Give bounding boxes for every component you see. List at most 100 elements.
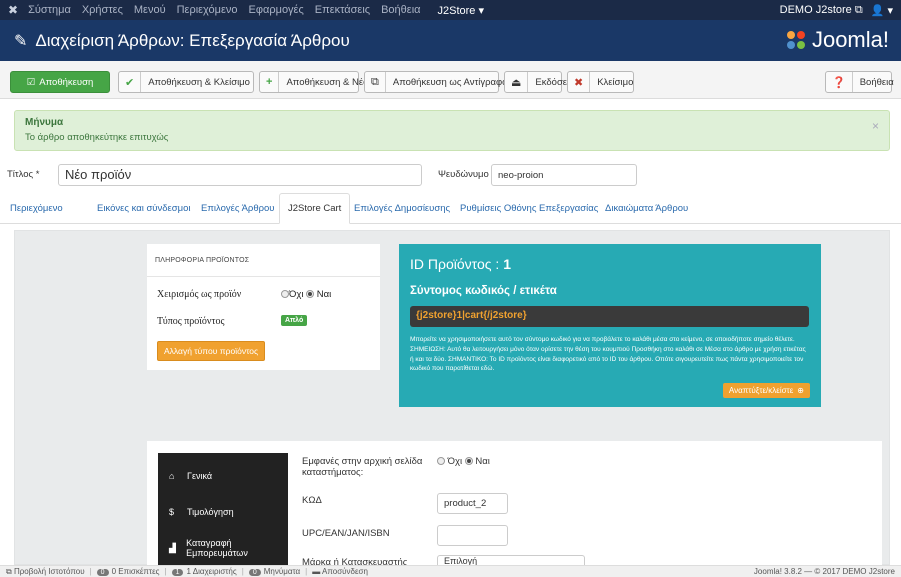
count-badge: 0	[248, 569, 261, 576]
save-icon: ☑	[26, 76, 36, 88]
radio-no-label: Όχι	[447, 456, 463, 467]
messages-count[interactable]: 0 Μηνύματα	[248, 567, 300, 576]
upc-input[interactable]	[437, 525, 508, 546]
menu-menus[interactable]: Μενού	[134, 4, 166, 16]
treat-as-product-label: Χειρισμός ως προϊόν	[157, 289, 242, 300]
chevron-circle-icon: ⊕	[797, 386, 804, 395]
close-button[interactable]: ✖ Κλείσιμο	[567, 71, 634, 93]
save-button[interactable]: ☑ Αποθήκευση	[10, 71, 110, 93]
alias-label: Ψευδώνυμο	[438, 169, 489, 180]
sidenav-item-general[interactable]: ⌂ Γενικά	[158, 466, 288, 486]
menu-extensions[interactable]: Επεκτάσεις	[315, 4, 370, 16]
check-icon: ✔	[119, 72, 142, 92]
product-details-panel: ⌂ Γενικά $ Τιμολόγηση ▟ Καταγραφή Εμπορε…	[147, 441, 882, 565]
visitors-label: Επισκέπτες	[118, 567, 160, 576]
site-link[interactable]: DEMO J2store ⧉	[780, 4, 863, 17]
joomla-logo-icon	[786, 31, 805, 49]
change-product-type-button[interactable]: Αλλαγή τύπου προϊόντος	[157, 341, 266, 361]
menu-components[interactable]: Εφαρμογές	[249, 4, 304, 16]
tab-permissions[interactable]: Δικαιώματα Άρθρου	[597, 193, 696, 224]
radio-yes-label: Ναι	[316, 289, 332, 300]
message-heading: Μήνυμα	[25, 117, 64, 128]
count-badge: 0	[96, 569, 109, 576]
tab-article-options[interactable]: Επιλογές Άρθρου	[193, 193, 282, 224]
tab-images-links[interactable]: Εικόνες και σύνδεσμοι	[89, 193, 199, 224]
sidenav-item-pricing[interactable]: $ Τιμολόγηση	[158, 502, 288, 522]
close-icon: ✖	[568, 72, 591, 92]
title-input[interactable]: Νέο προϊόν	[58, 164, 422, 186]
view-site-link[interactable]: ⧉ Προβολή Ιστοτόπου	[6, 567, 85, 577]
joomla-menu-icon[interactable]: ✖	[8, 3, 18, 17]
external-link-icon: ⧉	[854, 3, 863, 16]
tab-content[interactable]: Περιεχόμενο	[2, 193, 71, 224]
separator: |	[241, 567, 244, 576]
product-type-badge: Απλό	[281, 315, 308, 326]
external-link-icon: ⧉	[6, 566, 12, 576]
help-icon: ❓	[826, 72, 853, 92]
menu-system[interactable]: Σύστημα	[28, 4, 71, 16]
article-tabs: Περιεχόμενο Εικόνες και σύνδεσμοι Επιλογ…	[0, 193, 901, 224]
visitors-count[interactable]: 00 Επισκέπτες	[96, 567, 160, 576]
radio-yes[interactable]	[464, 457, 473, 466]
joomla-logo: Joomla!	[784, 27, 889, 53]
visible-storefront-radio: Όχι Ναι	[437, 456, 490, 467]
home-icon: ⌂	[169, 471, 175, 481]
radio-yes-label: Ναι	[475, 456, 490, 467]
shortcode-title: Σύντομος κωδικός / ετικέτα	[410, 285, 557, 297]
pencil-icon: ✎	[14, 32, 28, 50]
help-label: Βοήθεια	[859, 76, 894, 88]
radio-no[interactable]	[281, 290, 289, 299]
save-copy-button[interactable]: ⧉ Αποθήκευση ως Αντίγραφο	[364, 71, 507, 93]
visible-storefront-label: Εμφανές στην αρχική σελίδα καταστήματος:	[302, 456, 423, 478]
product-id-value: 1	[503, 256, 511, 272]
help-button[interactable]: ❓ Βοήθεια	[825, 71, 894, 93]
shortcode-note: Μπορείτε να χρησιμοποιήσετε αυτό τον σύν…	[410, 336, 806, 373]
page-title: Διαχείριση Άρθρων: Επεξεργασία Άρθρου	[35, 30, 350, 50]
tab-j2store-cart[interactable]: J2Store Cart	[279, 193, 351, 224]
shortcode-box: {j2store}1|cart{/j2store}	[410, 306, 809, 327]
bar-chart-icon: ▟	[169, 542, 176, 553]
tab-publishing[interactable]: Επιλογές Δημοσίευσης	[346, 193, 458, 224]
sidenav-item-label: Καταγραφή Εμπορευμάτων	[186, 538, 248, 558]
radio-yes[interactable]	[306, 290, 315, 299]
upc-label: UPC/EAN/JAN/ISBN	[302, 528, 390, 539]
archive-icon: ⏏	[505, 72, 529, 92]
sku-label: ΚΩΔ	[302, 495, 322, 506]
admins-count[interactable]: 11 Διαχειριστής	[171, 567, 237, 576]
dollar-icon: $	[169, 507, 175, 517]
dismiss-message-icon[interactable]: ×	[872, 119, 879, 133]
user-icon: 👤	[870, 4, 885, 17]
separator: |	[305, 567, 308, 576]
admins-label: Διαχειριστής	[192, 567, 237, 576]
separator: |	[89, 567, 92, 576]
radio-no[interactable]	[437, 457, 445, 466]
product-side-nav: ⌂ Γενικά $ Τιμολόγηση ▟ Καταγραφή Εμπορε…	[158, 453, 288, 565]
minus-icon: ▬	[312, 567, 321, 576]
title-bar: ✎ Διαχείριση Άρθρων: Επεξεργασία Άρθρου …	[0, 20, 901, 61]
menu-users[interactable]: Χρήστες	[82, 4, 123, 16]
logout-link[interactable]: ▬ Αποσύνδεση	[312, 567, 368, 576]
menu-content[interactable]: Περιεχόμενο	[177, 4, 238, 16]
tab-edit-screen[interactable]: Ρυθμίσεις Οθόνης Επεξεργασίας	[452, 193, 606, 224]
sidenav-item-inventory[interactable]: ▟ Καταγραφή Εμπορευμάτων	[158, 538, 288, 558]
save-close-button[interactable]: ✔ Αποθήκευση & Κλείσιμο	[118, 71, 254, 93]
brand-select[interactable]: Επιλογή	[437, 555, 585, 565]
menu-help[interactable]: Βοήθεια	[381, 4, 420, 16]
menu-j2store[interactable]: J2Store ▾	[438, 4, 485, 17]
product-type-label: Τύπος προϊόντος	[157, 316, 225, 327]
versions-button[interactable]: ⏏ Εκδόσεις	[504, 71, 574, 93]
save-close-label: Αποθήκευση & Κλείσιμο	[148, 76, 250, 88]
count-badge: 1	[171, 569, 184, 576]
separator: |	[164, 567, 167, 576]
product-id-label: ID Προϊόντος :	[410, 256, 500, 272]
message-text: Το άρθρο αποθηκεύτηκε επιτυχώς	[25, 132, 169, 143]
expand-collapse-button[interactable]: Αναπτύξτε/κλείστε ⊕	[722, 383, 810, 398]
save-new-button[interactable]: + Αποθήκευση & Νέο	[259, 71, 368, 93]
save-new-label: Αποθήκευση & Νέο	[286, 76, 369, 88]
sku-input[interactable]: product_2	[437, 493, 508, 514]
product-info-panel: ΠΛΗΡΟΦΟΡΙΑ ΠΡΟΪΟΝΤΟΣ Χειρισμός ως προϊόν…	[147, 244, 380, 370]
toolbar: ☑ Αποθήκευση ✔ Αποθήκευση & Κλείσιμο + Α…	[0, 61, 901, 99]
user-menu[interactable]: 👤 ▾	[871, 4, 893, 17]
plus-icon: +	[260, 72, 280, 92]
alias-input[interactable]: neo-proion	[491, 164, 637, 186]
